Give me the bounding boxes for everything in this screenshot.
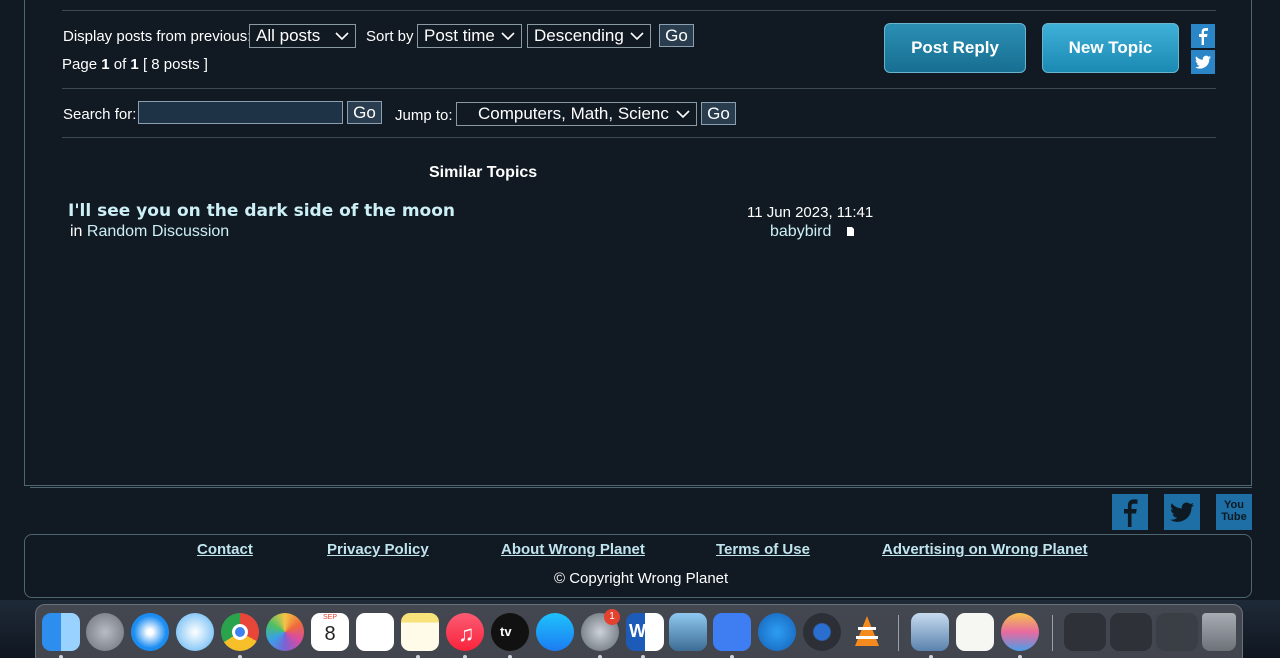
textedit-icon[interactable] (956, 613, 994, 651)
search-input[interactable] (138, 101, 343, 124)
screenshot-thumbnail-icon[interactable] (1110, 613, 1152, 651)
jump-label: Jump to: (395, 107, 453, 124)
word-icon[interactable]: W (626, 613, 664, 651)
launchpad-icon[interactable] (86, 613, 124, 651)
topic-author-link[interactable]: babybird (770, 223, 831, 241)
dock-separator (898, 615, 899, 651)
sortby-label: Sort by (366, 28, 414, 45)
search-label: Search for: (63, 106, 137, 123)
sort-go-button[interactable]: Go (659, 24, 694, 47)
footer-link-about[interactable]: About Wrong Planet (501, 541, 645, 558)
footer-link-privacy[interactable]: Privacy Policy (327, 541, 429, 558)
calendar-icon[interactable]: SEP 8 (311, 613, 349, 651)
notification-badge: 1 (604, 609, 620, 625)
sort-order-value: Descending (534, 26, 624, 45)
display-posts-value: All posts (256, 26, 321, 45)
family-icon[interactable] (1001, 613, 1039, 651)
divider-top (62, 10, 1216, 11)
page-of: of (113, 56, 127, 73)
topic-forum-link[interactable]: Random Discussion (87, 223, 229, 240)
sort-key-value: Post time (424, 26, 495, 45)
mail-icon[interactable] (911, 613, 949, 651)
topic-date: 11 Jun 2023, 11:41 (747, 204, 874, 221)
footer-link-terms[interactable]: Terms of Use (716, 541, 810, 558)
page-prefix: Page (62, 56, 98, 73)
word-letter: W (629, 621, 646, 641)
copyright: © Copyright Wrong Planet (554, 570, 729, 587)
jump-to-value: Computers, Math, Scienc (478, 104, 669, 123)
facebook-icon[interactable] (1191, 24, 1215, 48)
nordvpn-icon[interactable] (713, 613, 751, 651)
similar-topics-heading: Similar Topics (429, 164, 538, 181)
preview-icon[interactable] (669, 613, 707, 651)
dock-separator (1052, 615, 1053, 651)
messages-icon[interactable] (176, 613, 214, 651)
screenshot-thumbnail-icon[interactable] (1064, 613, 1106, 651)
apple-tv-label: tv (500, 624, 512, 639)
twitter-icon[interactable] (1191, 50, 1215, 74)
screenshot-thumbnail-icon[interactable] (1156, 613, 1198, 651)
sort-key-select[interactable]: Post time (417, 24, 522, 48)
divider-search (62, 137, 1216, 138)
apple-tv-icon[interactable]: tv (491, 613, 529, 651)
topic-forum-line: in Random Discussion (70, 223, 229, 241)
new-topic-button[interactable]: New Topic (1042, 23, 1179, 73)
reminders-icon[interactable] (356, 613, 394, 651)
photos-icon[interactable] (266, 613, 304, 651)
music-icon[interactable]: ♫ (446, 613, 484, 651)
facebook-icon[interactable] (1112, 494, 1148, 530)
divider-mid (62, 88, 1216, 89)
notes-icon[interactable] (401, 613, 439, 651)
footer-link-advertising[interactable]: Advertising on Wrong Planet (882, 541, 1088, 558)
chrome-icon[interactable] (221, 613, 259, 651)
dock: SEP 8 ♫ tv 1 W (35, 604, 1243, 658)
sort-order-select[interactable]: Descending (527, 24, 651, 48)
topic-title-link[interactable]: I'll see you on the dark side of the moo… (68, 201, 455, 221)
footer-link-contact[interactable]: Contact (197, 541, 253, 558)
chevron-down-icon (335, 32, 349, 41)
posts-count: [ 8 posts ] (142, 56, 208, 73)
topic-in-label: in (70, 223, 83, 240)
calendar-month: SEP (322, 614, 337, 621)
youtube-icon[interactable]: You Tube (1216, 494, 1252, 530)
last-post-icon[interactable] (846, 226, 855, 237)
vlc-icon[interactable] (848, 613, 886, 651)
page-total: 1 (130, 56, 139, 73)
display-posts-select[interactable]: All posts (249, 24, 356, 48)
finder-icon[interactable] (42, 613, 80, 651)
page-current: 1 (101, 56, 110, 73)
post-reply-button[interactable]: Post Reply (884, 23, 1026, 73)
safari-icon[interactable] (131, 613, 169, 651)
calendar-day: 8 (324, 623, 336, 645)
twitter-icon[interactable] (1164, 494, 1200, 530)
display-label: Display posts from previous: (63, 28, 252, 45)
footer-divider (30, 487, 1252, 488)
jump-to-select[interactable]: Computers, Math, Scienc (456, 102, 697, 126)
search-go-button[interactable]: Go (347, 101, 382, 124)
quicktime-icon[interactable] (803, 613, 841, 651)
jump-go-button[interactable]: Go (701, 102, 736, 125)
chevron-down-icon (501, 32, 515, 41)
chevron-down-icon (676, 110, 690, 119)
pagination-info: Page 1 of 1 [ 8 posts ] (62, 56, 208, 73)
frog-app-icon[interactable] (758, 613, 796, 651)
chevron-down-icon (630, 32, 644, 41)
trash-icon[interactable] (1202, 613, 1236, 651)
app-store-icon[interactable] (536, 613, 574, 651)
